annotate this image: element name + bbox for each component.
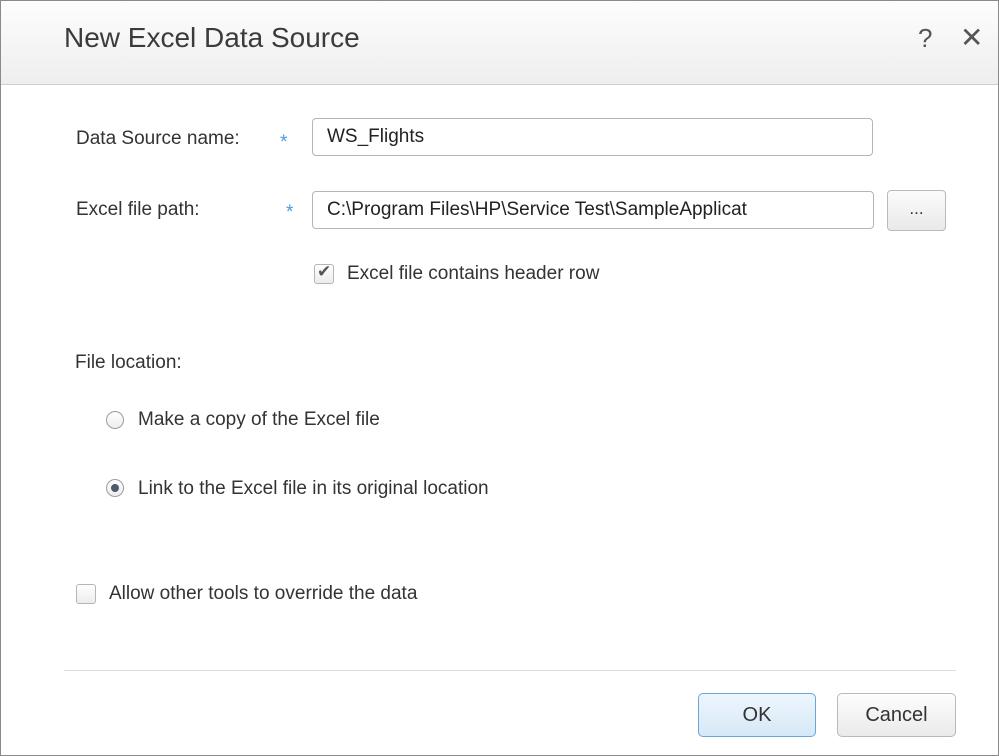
excel-file-path-input[interactable]: C:\Program Files\HP\Service Test\SampleA… xyxy=(312,191,874,229)
browse-button[interactable]: ... xyxy=(887,190,946,231)
checkmark-icon: ✔ xyxy=(317,262,332,281)
copy-file-label[interactable]: Make a copy of the Excel file xyxy=(138,409,380,431)
new-excel-data-source-dialog: New Excel Data Source ? ✕ Data Source na… xyxy=(0,0,999,756)
required-marker-icon: * xyxy=(286,202,294,223)
file-location-label: File location: xyxy=(75,352,182,373)
excel-file-path-label: Excel file path: xyxy=(76,199,200,220)
copy-file-radio[interactable] xyxy=(106,411,124,429)
cancel-button[interactable]: Cancel xyxy=(837,693,956,737)
dialog-titlebar: New Excel Data Source ? ✕ xyxy=(1,1,998,85)
data-source-name-input[interactable]: WS_Flights xyxy=(312,118,873,156)
data-source-name-label: Data Source name: xyxy=(76,128,240,149)
link-file-label[interactable]: Link to the Excel file in its original l… xyxy=(138,478,489,500)
header-row-label[interactable]: Excel file contains header row xyxy=(347,263,599,285)
required-marker-icon: * xyxy=(280,132,288,153)
close-icon[interactable]: ✕ xyxy=(960,21,983,54)
ok-button[interactable]: OK xyxy=(698,693,816,737)
allow-override-label[interactable]: Allow other tools to override the data xyxy=(109,583,417,605)
footer-divider xyxy=(64,670,956,671)
link-file-radio[interactable] xyxy=(106,479,124,497)
help-icon[interactable]: ? xyxy=(918,23,932,54)
header-row-checkbox[interactable]: ✔ xyxy=(314,262,334,284)
radio-selected-dot xyxy=(111,484,119,492)
dialog-title: New Excel Data Source xyxy=(64,22,360,53)
allow-override-checkbox[interactable] xyxy=(76,584,96,604)
